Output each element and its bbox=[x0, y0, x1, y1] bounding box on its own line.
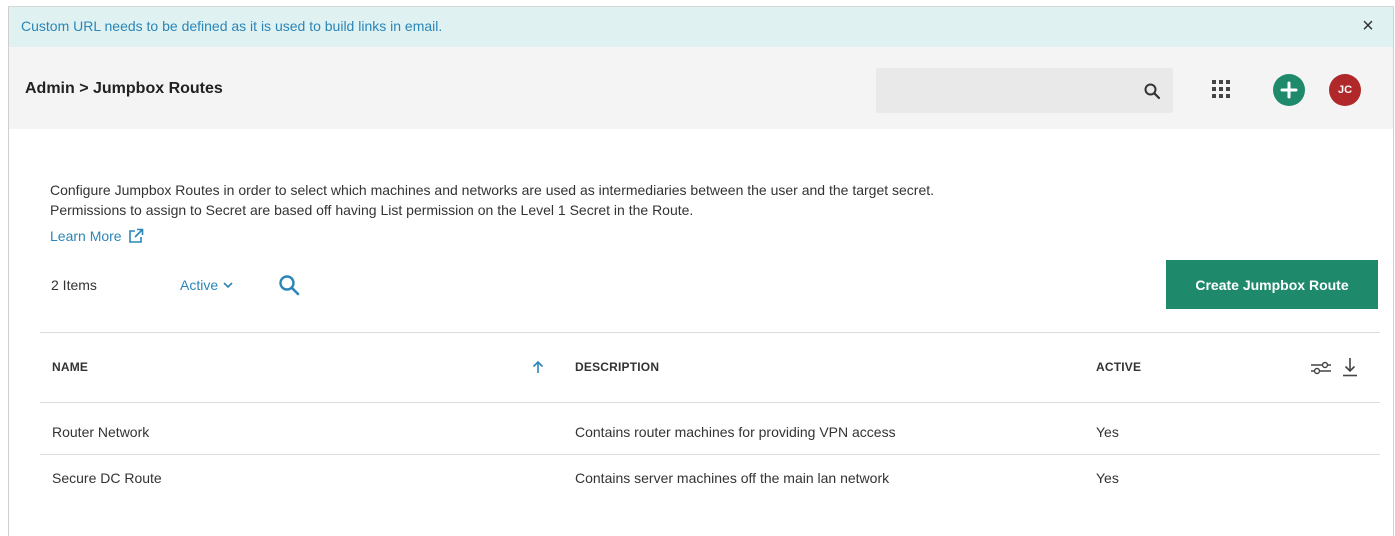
sort-ascending-icon[interactable] bbox=[531, 359, 545, 375]
cell-name[interactable]: Router Network bbox=[52, 424, 149, 440]
description-line-1: Configure Jumpbox Routes in order to sel… bbox=[50, 182, 935, 198]
export-icon[interactable] bbox=[1342, 357, 1358, 377]
add-icon[interactable] bbox=[1273, 74, 1305, 106]
cell-name[interactable]: Secure DC Route bbox=[52, 470, 162, 486]
cell-active: Yes bbox=[1096, 424, 1119, 440]
search-input[interactable] bbox=[876, 68, 1126, 113]
breadcrumb: Admin > Jumpbox Routes bbox=[25, 80, 223, 97]
table-divider bbox=[40, 402, 1380, 403]
cell-description: Contains router machines for providing V… bbox=[575, 424, 896, 440]
column-header-name[interactable]: NAME bbox=[52, 360, 88, 374]
status-filter-dropdown[interactable]: Active bbox=[180, 277, 233, 293]
avatar[interactable]: JC bbox=[1329, 74, 1361, 106]
banner-message: Custom URL needs to be defined as it is … bbox=[21, 18, 443, 34]
column-header-description[interactable]: DESCRIPTION bbox=[575, 360, 659, 374]
learn-more-link[interactable]: Learn More bbox=[50, 228, 144, 244]
column-header-active[interactable]: ACTIVE bbox=[1096, 360, 1141, 374]
page-header: Admin > Jumpbox Routes JC bbox=[9, 47, 1393, 129]
external-link-icon bbox=[128, 228, 143, 243]
table-row[interactable]: Secure DC Route Contains server machines… bbox=[40, 455, 1380, 501]
table-row[interactable]: Router Network Contains router machines … bbox=[40, 409, 1380, 455]
page-description: Configure Jumpbox Routes in order to sel… bbox=[50, 180, 1350, 220]
cell-active: Yes bbox=[1096, 470, 1119, 486]
notification-banner: Custom URL needs to be defined as it is … bbox=[9, 7, 1393, 47]
learn-more-label: Learn More bbox=[50, 228, 122, 244]
table-header: NAME DESCRIPTION ACTIVE bbox=[40, 333, 1380, 403]
app-frame: Custom URL needs to be defined as it is … bbox=[8, 6, 1394, 536]
search-icon[interactable] bbox=[278, 274, 300, 296]
search-icon[interactable] bbox=[1143, 82, 1161, 100]
cell-description: Contains server machines off the main la… bbox=[575, 470, 890, 486]
apps-grid-icon[interactable] bbox=[1212, 80, 1230, 98]
global-search[interactable] bbox=[876, 68, 1173, 113]
status-filter-label: Active bbox=[180, 277, 219, 293]
close-icon[interactable]: × bbox=[1359, 16, 1377, 36]
item-count: 2 Items bbox=[51, 277, 97, 293]
chevron-down-icon bbox=[223, 281, 233, 288]
column-settings-icon[interactable] bbox=[1310, 359, 1332, 377]
create-jumpbox-route-button[interactable]: Create Jumpbox Route bbox=[1166, 260, 1378, 309]
description-line-2: Permissions to assign to Secret are base… bbox=[50, 202, 694, 218]
